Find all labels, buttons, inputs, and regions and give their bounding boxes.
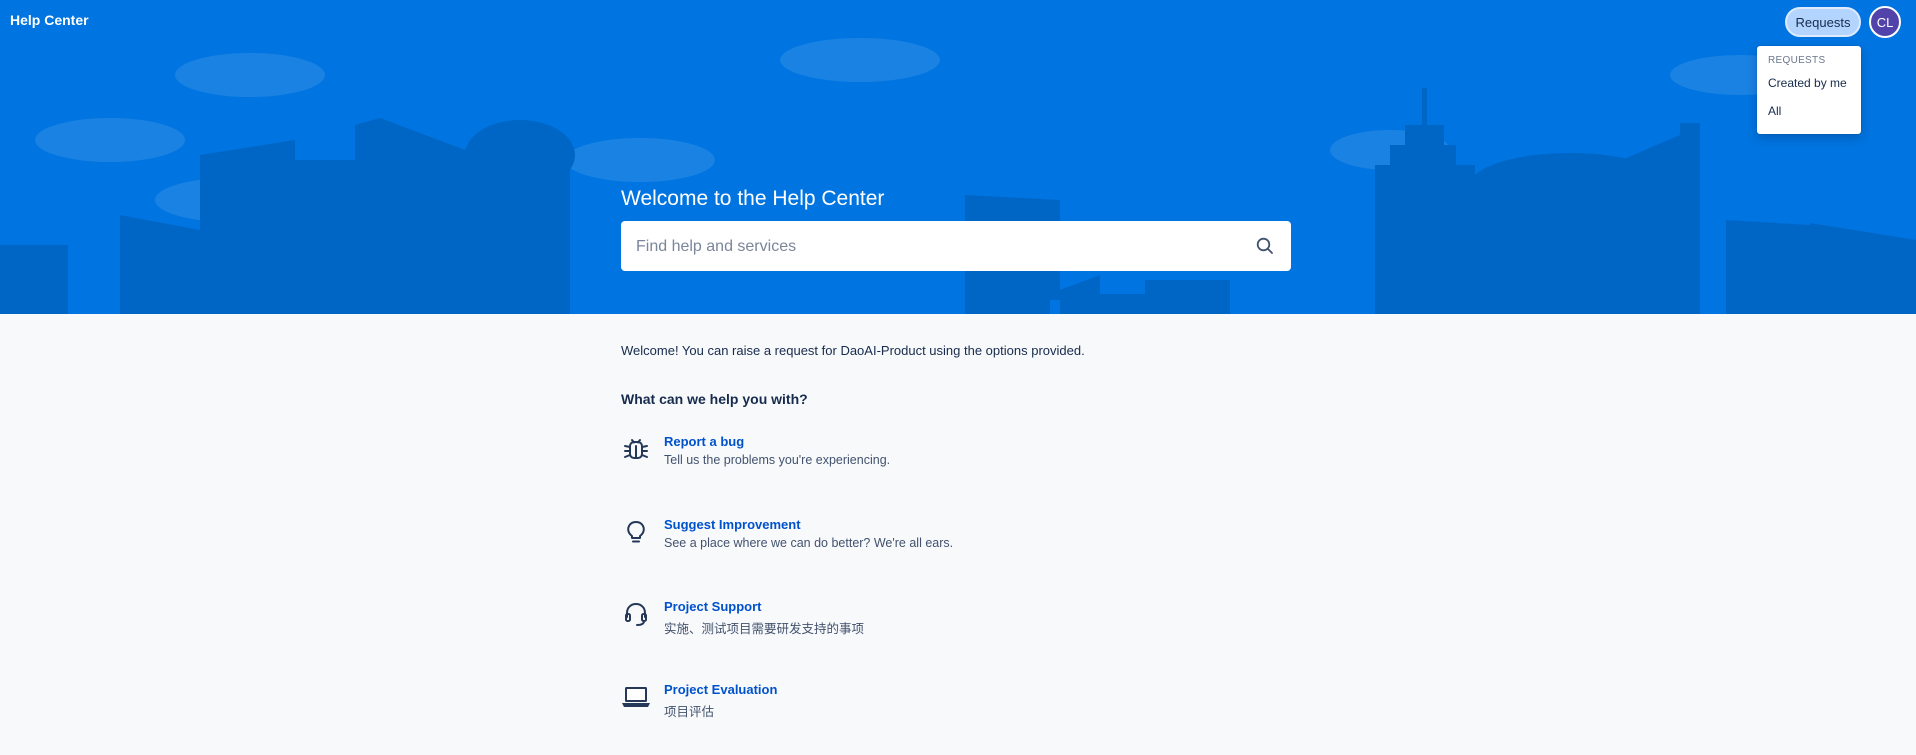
lightbulb-icon	[627, 521, 645, 543]
request-type-name[interactable]: Report a bug	[664, 434, 744, 449]
request-type-project-support[interactable]: Project Support 实施、测试项目需要研发支持的事项	[621, 599, 1221, 649]
requests-dropdown-menu: REQUESTS Created by me All	[1757, 46, 1861, 134]
request-type-name[interactable]: Suggest Improvement	[664, 517, 801, 532]
menu-item-all[interactable]: All	[1757, 101, 1861, 129]
request-type-description: Tell us the problems you're experiencing…	[664, 453, 891, 467]
headset-icon	[625, 603, 647, 626]
menu-heading: REQUESTS	[1768, 55, 1826, 66]
request-type-description: 实施、测试项目需要研发支持的事项	[664, 622, 865, 636]
request-type-name[interactable]: Project Support	[664, 599, 762, 614]
hero-banner: Help Center Welcome to the Help Center	[0, 0, 1916, 314]
page-title: Welcome to the Help Center	[621, 187, 885, 210]
requests-button[interactable]: Requests	[1785, 7, 1861, 37]
request-type-description: See a place where we can do better? We'r…	[664, 536, 954, 550]
request-type-description: 项目评估	[664, 705, 715, 719]
menu-item-created-by-me[interactable]: Created by me	[1757, 73, 1861, 101]
request-type-suggest-improvement[interactable]: Suggest Improvement See a place where we…	[621, 517, 1221, 567]
request-type-name[interactable]: Project Evaluation	[664, 682, 777, 697]
section-title: What can we help you with?	[621, 391, 808, 407]
search-input[interactable]	[621, 221, 1238, 273]
intro-text: Welcome! You can raise a request for Dao…	[621, 343, 1085, 358]
request-type-project-evaluation[interactable]: Project Evaluation 项目评估	[621, 682, 1221, 732]
search-icon[interactable]	[1255, 236, 1275, 256]
search-box[interactable]	[621, 221, 1291, 273]
brand-logo-text[interactable]: Help Center	[10, 12, 89, 28]
request-type-report-bug[interactable]: Report a bug Tell us the problems you're…	[621, 434, 1221, 484]
bug-icon	[624, 439, 648, 459]
avatar[interactable]: CL	[1869, 6, 1901, 38]
main-content: Welcome! You can raise a request for Dao…	[621, 343, 1321, 719]
laptop-icon	[622, 687, 650, 707]
